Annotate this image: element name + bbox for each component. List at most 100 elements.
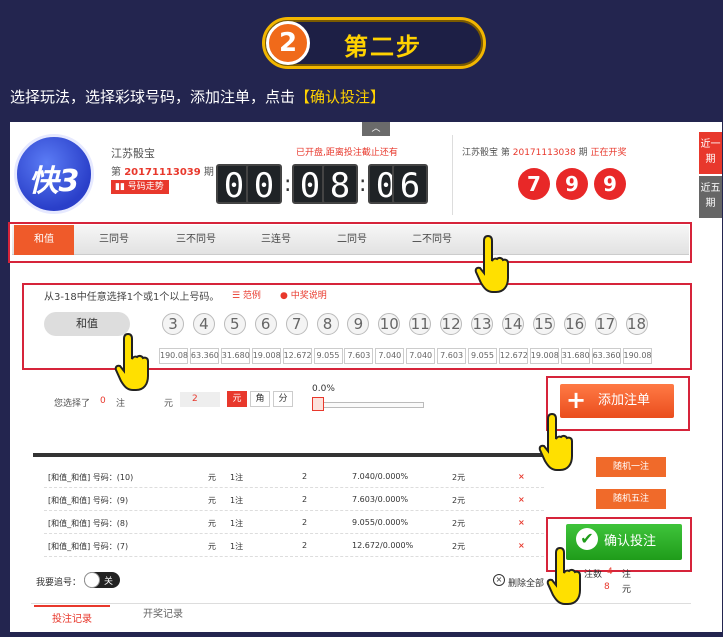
step-number: 2 [266,21,310,65]
hand-pointer-icon [474,234,509,293]
order-row: [和值_和值] 号码：(7) 元 1注 2 12.672/0.000% 2元 × [44,535,544,557]
chase-label: 我要追号： [36,578,82,588]
order-mult: 2 [302,472,308,481]
odds-value: 7.040 [375,348,405,364]
number-ball[interactable]: 16 [563,313,586,335]
order-mult: 2 [302,541,308,550]
number-ball[interactable]: 5 [223,313,246,335]
last-result-issue: 江苏骰宝 第 20171113038 期 正在开奖 [462,148,627,158]
order-amount: 2元 [452,519,466,528]
countdown-colon: : [359,172,367,197]
order-desc: [和值_和值] 号码：(8) [48,519,129,528]
odds-value: 190.08 [622,348,652,364]
number-ball[interactable]: 7 [285,313,308,335]
order-odds: 7.603/0.000% [352,495,409,504]
odds-value: 7.040 [406,348,436,364]
number-ball[interactable]: 10 [378,313,401,335]
countdown-note: 已开盘,距离投注截止还有 [296,148,398,158]
order-odds: 12.672/0.000% [352,541,414,550]
order-amount: 2元 [452,542,466,551]
unit-yuan[interactable]: 元 [227,391,247,407]
order-amount: 2元 [452,473,466,482]
number-ball[interactable]: 3 [162,313,184,335]
order-bets: 1注 [230,519,244,528]
chase-toggle-knob [84,572,100,588]
number-ball[interactable]: 14 [501,313,524,335]
odds-value: 190.08 [159,348,188,364]
divider [452,135,453,215]
delete-all-button[interactable]: 删除全部 [508,576,544,589]
odds-value: 9.055 [468,348,497,364]
order-odds: 7.040/0.000% [352,472,409,481]
number-ball[interactable]: 18 [625,313,648,335]
result-ball: 9 [594,168,626,200]
play-hint: 从3-18中任意选择1个或1个以上号码。 [44,292,220,303]
hand-pointer-icon [114,332,149,391]
order-desc: [和值_和值] 号码：(7) [48,542,129,551]
odds-value: 12.672 [498,348,528,364]
total-bets-label: 注数 [584,570,603,580]
order-bets: 1注 [230,496,244,505]
side-tab-last-five[interactable]: 近五期 [699,176,722,218]
delete-order-icon[interactable]: × [518,495,525,504]
order-list-header [33,453,543,457]
current-issue: 第 20171113039 期 [111,167,214,178]
bets-unit: 注 [116,399,126,409]
odds-value: 9.055 [313,348,343,364]
order-odds: 9.055/0.000% [352,518,409,527]
side-tab-last-one[interactable]: 近一期 [699,132,722,174]
hand-pointer-icon [546,546,581,605]
order-unit: 元 [208,542,216,551]
delete-order-icon[interactable]: × [518,472,525,481]
odds-value: 63.360 [189,348,219,364]
order-unit: 元 [208,473,216,482]
result-ball: 9 [556,168,588,200]
delete-all-icon[interactable]: × [493,574,505,586]
countdown-digit: 0 [246,164,282,206]
unit-jiao[interactable]: 角 [250,391,270,407]
total-amount-unit: 元 [622,585,632,595]
order-desc: [和值_和值] 号码：(10) [48,473,134,482]
unit-fen[interactable]: 分 [273,391,293,407]
tab-draw-records[interactable]: 开奖记录 [143,605,183,620]
trend-button[interactable]: ▮▮ 号码走势 [111,180,169,194]
number-ball[interactable]: 15 [532,313,555,335]
number-ball[interactable]: 12 [440,313,463,335]
example-link[interactable]: ☰ 范例 [232,288,261,301]
chase-toggle-state: 关 [104,577,114,587]
selected-label: 您选择了 [54,399,91,409]
number-ball[interactable]: 13 [471,313,493,335]
number-ball[interactable]: 11 [409,313,432,335]
tab-bet-records[interactable]: 投注记录 [34,605,110,625]
random-five-button[interactable]: 随机五注 [596,489,666,509]
hand-pointer-icon [538,412,573,471]
odds-value: 7.603 [437,348,467,364]
rules-link[interactable]: ● 中奖说明 [280,288,327,301]
yuan-unit: 元 [164,399,174,409]
random-one-button[interactable]: 随机一注 [596,457,666,477]
number-ball[interactable]: 4 [192,313,215,335]
delete-order-icon[interactable]: × [518,541,525,550]
step-title: 第二步 [344,33,422,61]
number-ball[interactable]: 8 [316,313,339,335]
intro-text: 选择玩法，选择彩球号码，添加注单，点击【确认投注】 [10,88,386,106]
collapse-toggle[interactable]: ︿ [362,122,390,136]
rebate-slider[interactable] [316,402,424,408]
rebate-value: 0.0% [312,384,335,394]
number-ball[interactable]: 17 [594,313,617,335]
order-desc: [和值_和值] 号码：(9) [48,496,129,505]
total-bets-unit: 注 [622,570,632,580]
game-name: 江苏骰宝 [111,147,155,160]
rebate-slider-handle[interactable] [312,397,324,411]
order-unit: 元 [208,519,216,528]
delete-order-icon[interactable]: × [518,518,525,527]
amount-field[interactable]: 2 [180,392,220,407]
countdown-colon: : [284,172,292,197]
number-ball[interactable]: 6 [254,313,277,335]
odds-value: 7.603 [344,348,374,364]
total-bets: 4 [607,567,613,577]
result-ball: 7 [518,168,550,200]
order-unit: 元 [208,496,216,505]
order-bets: 1注 [230,542,244,551]
odds-value: 12.672 [282,348,312,364]
